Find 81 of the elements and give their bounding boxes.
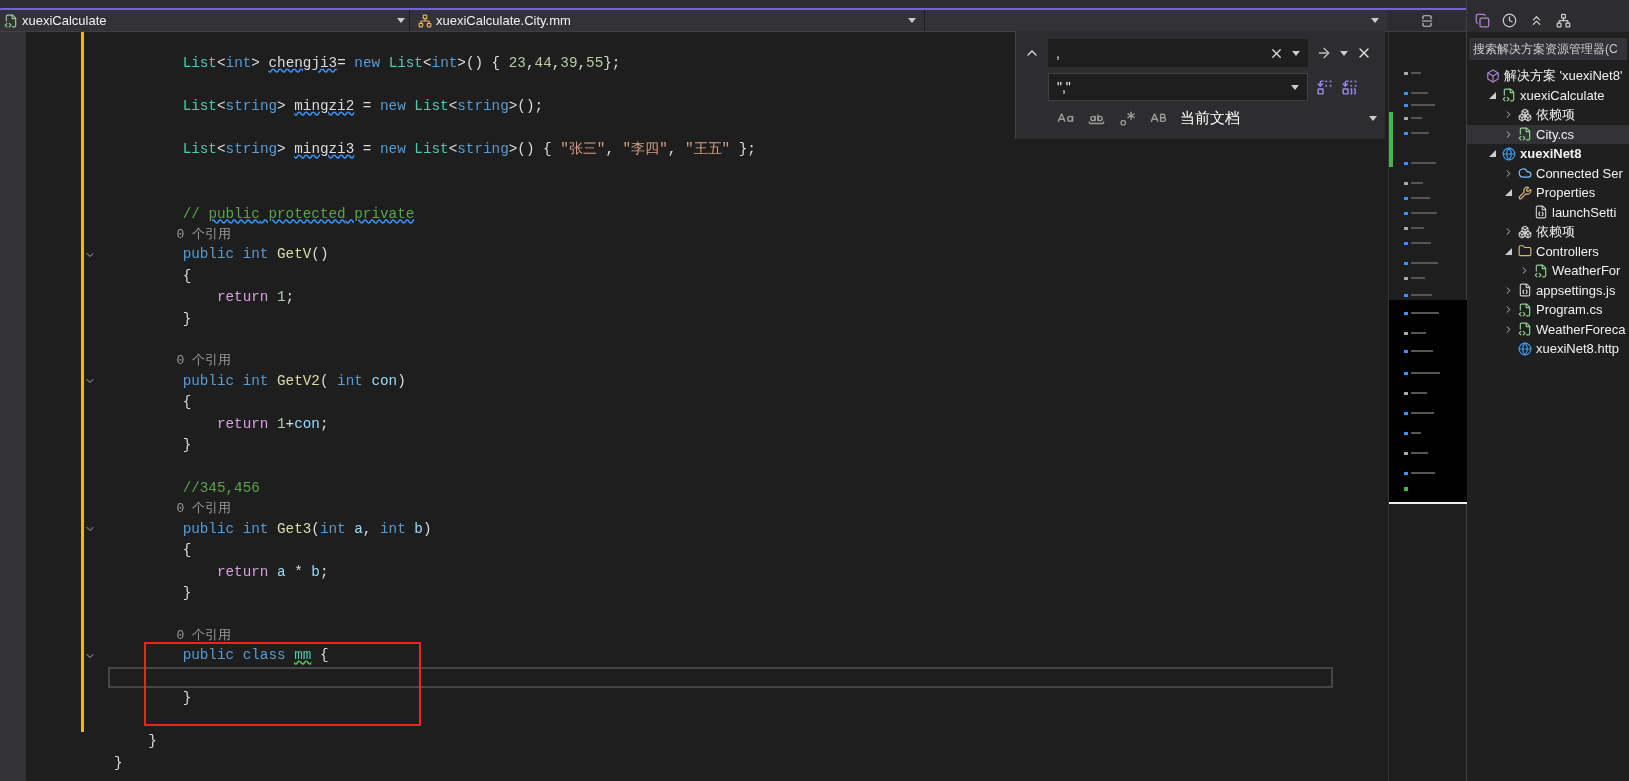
sync-icon[interactable] xyxy=(1475,12,1490,28)
reference-count[interactable]: 0 个引用 xyxy=(114,224,231,245)
expanded-arrow-icon[interactable] xyxy=(1489,150,1496,158)
tree-item[interactable]: xuexiNet8.http xyxy=(1467,339,1629,359)
split-window-icon[interactable] xyxy=(1419,13,1434,28)
replace-all-icon[interactable] xyxy=(1341,78,1358,96)
history-icon[interactable] xyxy=(1502,12,1517,28)
expanded-arrow-icon[interactable] xyxy=(1505,189,1512,197)
tree-item[interactable]: 依赖项 xyxy=(1467,105,1629,125)
dropdown-caret-icon[interactable] xyxy=(397,18,405,23)
tree-item[interactable]: Properties xyxy=(1467,183,1629,203)
code-line: } xyxy=(181,584,192,604)
member-dropdown[interactable]: xuexiCalculate.City.mm xyxy=(410,10,925,31)
code-line: public int GetV2( int con) xyxy=(181,371,406,391)
dropdown-caret-icon[interactable] xyxy=(1291,84,1299,90)
tree-item[interactable]: City.cs xyxy=(1467,124,1629,144)
tree-item[interactable]: xuexiCalculate xyxy=(1467,85,1629,105)
folder-icon xyxy=(1518,244,1532,259)
dropdown-caret-icon[interactable] xyxy=(1371,18,1379,23)
reference-count[interactable]: 0 个引用 xyxy=(114,625,231,646)
json-file-icon xyxy=(1534,205,1548,220)
tree-item[interactable]: WeatherForeca xyxy=(1467,319,1629,339)
tree-item[interactable]: Controllers xyxy=(1467,241,1629,261)
code-line: //345,456 xyxy=(181,479,260,499)
globe-icon xyxy=(1518,341,1532,356)
reference-count[interactable]: 0 个引用 xyxy=(114,351,231,371)
cloud-icon xyxy=(1518,166,1532,181)
code-file-icon xyxy=(1534,263,1548,278)
reference-count[interactable]: 0 个引用 xyxy=(114,499,231,519)
dependencies-icon xyxy=(1518,107,1532,122)
code-line: List<int> chengji3= new List<int>() { 23,44,39,55}; xyxy=(181,54,621,74)
code-line: } xyxy=(147,732,157,752)
tree-item[interactable]: 依赖项 xyxy=(1467,222,1629,242)
code-line: } xyxy=(181,689,192,709)
code-line: return 1+con; xyxy=(215,414,329,434)
find-next-icon[interactable] xyxy=(1316,45,1332,61)
class-member-icon xyxy=(418,13,432,28)
find-field[interactable]: , xyxy=(1048,39,1308,67)
code-file-icon xyxy=(1518,322,1532,337)
code-line: return a * b; xyxy=(215,562,329,582)
code-line: } xyxy=(114,753,123,773)
search-scope-dropdown[interactable]: 当前文档 xyxy=(1180,107,1377,130)
solution-search-field[interactable]: 搜索解决方案资源管理器(C xyxy=(1469,38,1627,60)
code-line: public int Get3(int a, int b) xyxy=(181,519,432,539)
project-dropdown[interactable]: xuexiCalculate xyxy=(0,10,410,31)
dropdown-caret-icon[interactable] xyxy=(908,18,916,23)
tree-item[interactable]: appsettings.js xyxy=(1467,280,1629,300)
wrench-icon xyxy=(1518,185,1532,200)
switch-views-icon[interactable] xyxy=(1556,12,1571,28)
json-file-icon xyxy=(1518,283,1532,298)
tree-item[interactable]: Connected Ser xyxy=(1467,163,1629,183)
code-line: } xyxy=(181,309,192,329)
code-line: List<string> mingzi3 = new List<string>() { "张三", "李四", "王五" }; xyxy=(181,140,756,160)
project-icon xyxy=(1502,88,1516,103)
code-line: List<string> mingzi2 = new List<string>(); xyxy=(181,97,544,117)
tree-item[interactable]: xuexiNet8 xyxy=(1467,144,1629,164)
expanded-arrow-icon[interactable] xyxy=(1505,247,1512,255)
csharp-project-icon xyxy=(4,13,18,28)
code-line: { xyxy=(181,266,192,286)
tree-item[interactable]: WeatherFor xyxy=(1467,261,1629,281)
dependencies-icon xyxy=(1518,224,1532,239)
solution-icon xyxy=(1486,68,1500,83)
code-line: { xyxy=(181,393,192,413)
dropdown-caret-icon[interactable] xyxy=(1369,115,1377,121)
code-line: { xyxy=(181,541,192,561)
tree-item[interactable]: launchSetti xyxy=(1467,202,1629,222)
code-line: return 1; xyxy=(215,288,295,308)
expanded-arrow-icon[interactable] xyxy=(1489,91,1496,99)
code-line: public int GetV() xyxy=(181,245,329,265)
dropdown-caret-icon[interactable] xyxy=(1340,50,1348,56)
replace-field[interactable]: "," xyxy=(1048,73,1308,101)
tree-item[interactable]: 解决方案 'xuexiNet8' xyxy=(1467,66,1629,86)
code-file-icon xyxy=(1518,127,1532,142)
tree-item[interactable]: Program.cs xyxy=(1467,300,1629,320)
code-line: // public protected private xyxy=(181,204,415,224)
code-line: public class mm { xyxy=(181,646,329,666)
code-file-icon xyxy=(1518,302,1532,317)
dropdown-caret-icon[interactable] xyxy=(1292,50,1300,56)
code-line: } xyxy=(181,436,192,456)
replace-next-icon[interactable] xyxy=(1316,78,1333,96)
globe-icon xyxy=(1502,146,1516,161)
